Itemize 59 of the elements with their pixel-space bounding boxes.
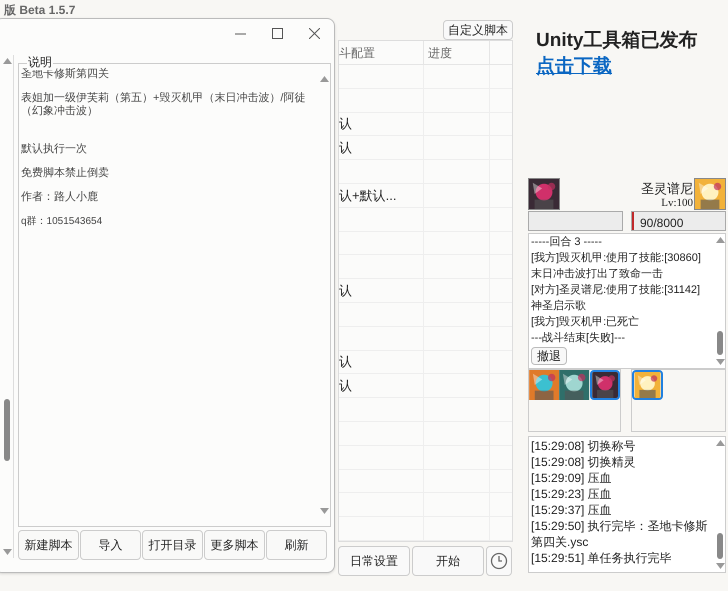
log-line: 末日冲击波打出了致命一击 xyxy=(531,267,663,282)
app-title: 版 Beta 1.5.7 xyxy=(4,2,76,19)
log-line: [我方]毁灭机甲:使用了技能:[30860] xyxy=(531,250,701,266)
dialog-button[interactable]: 刷新 xyxy=(266,530,327,560)
log-line: [对方]圣灵谱尼:使用了技能:[31142] xyxy=(531,282,700,298)
table-cell-text: 认 xyxy=(339,139,352,158)
log-line: [15:29:37] 压血 xyxy=(531,502,612,518)
scrollbar-thumb[interactable] xyxy=(717,533,723,559)
promo-title: Unity工具箱已发布 xyxy=(536,29,698,53)
maximize-icon[interactable] xyxy=(272,28,283,38)
group-title: 说明 xyxy=(27,54,53,70)
column-header: 斗配置 xyxy=(339,41,424,64)
table-cell-text: 认 xyxy=(339,282,352,300)
team-slot[interactable] xyxy=(590,370,620,400)
table-cell-text: 认 xyxy=(339,377,352,395)
log-line: [15:29:50] 执行完毕：圣地卡修斯第四关.ysc xyxy=(531,518,709,550)
scrollbar-thumb[interactable] xyxy=(717,331,723,355)
log-line: [15:29:08] 切换称号 xyxy=(531,438,636,454)
dialog-button[interactable]: 打开目录 xyxy=(142,530,203,560)
schedule-button[interactable] xyxy=(486,546,512,576)
log-line: [15:29:51] 单任务执行完毕 xyxy=(531,550,672,566)
log-line: -----回合 3 ----- xyxy=(531,235,602,250)
toolbar-button[interactable]: 日常设置 xyxy=(338,546,410,576)
description-text: 默认执行一次 xyxy=(21,143,88,156)
log-line: [15:29:09] 压血 xyxy=(531,470,612,486)
scroll-up-icon[interactable] xyxy=(716,237,724,243)
dialog-button[interactable]: 导入 xyxy=(80,530,141,560)
table-cell-text: 认 xyxy=(339,115,352,134)
log-line: 神圣启示歌 xyxy=(531,298,586,314)
description-text: 作者：路人小鹿 xyxy=(21,191,99,204)
log-line: [我方]毁灭机甲:已死亡 xyxy=(531,314,640,330)
scrollbar-thumb[interactable] xyxy=(4,399,10,461)
table-cell-text: 认+默认... xyxy=(339,186,396,205)
scroll-up-icon[interactable] xyxy=(320,76,328,82)
dialog-button[interactable]: 更多脚本 xyxy=(204,530,265,560)
download-link[interactable]: 点击下载 xyxy=(536,56,612,77)
close-icon[interactable] xyxy=(309,28,320,38)
scroll-down-icon[interactable] xyxy=(716,563,724,569)
enemy-level: Lv:100 xyxy=(661,196,693,210)
description-text: 免费脚本禁止倒卖 xyxy=(21,167,110,180)
hp-reading: 90/8000 xyxy=(640,215,684,232)
log-line: ---战斗结束[失败]--- xyxy=(531,331,626,346)
scroll-down-icon[interactable] xyxy=(320,508,328,514)
scroll-down-icon[interactable] xyxy=(2,549,12,555)
log-line: [15:29:23] 压血 xyxy=(531,486,612,502)
scroll-up-icon[interactable] xyxy=(716,440,724,446)
description-text: q群：1051543654 xyxy=(21,215,104,228)
dialog-button[interactable]: 新建脚本 xyxy=(18,530,79,560)
column-header: 进度 xyxy=(424,41,490,64)
clock-icon xyxy=(490,552,508,570)
table-cell-text: 认 xyxy=(339,353,352,372)
toolbar-button[interactable]: 开始 xyxy=(412,546,484,576)
custom-script-button[interactable]: 自定义脚本 xyxy=(443,20,513,40)
log-line: [15:29:08] 切换精灵 xyxy=(531,454,636,470)
enemy-name: 圣灵谱尼 xyxy=(641,182,693,196)
scroll-down-icon[interactable] xyxy=(716,359,724,365)
description-text: 表姐加一级伊芙莉（第五）+毁灭机甲（末日冲击波）/阿徒（幻象冲击波） xyxy=(21,92,306,118)
retreat-button[interactable]: 撤退 xyxy=(531,347,567,365)
scroll-up-icon[interactable] xyxy=(2,58,12,64)
